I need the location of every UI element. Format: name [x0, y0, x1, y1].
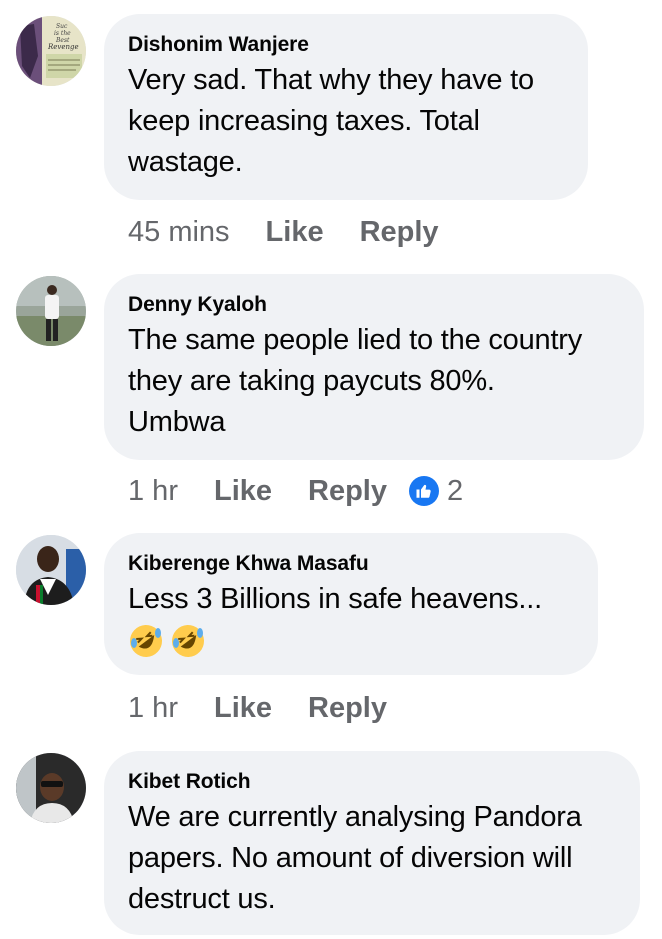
comment-author[interactable]: Kiberenge Khwa Masafu — [128, 551, 574, 577]
comment-text-line: they are taking paycuts 80%. — [128, 365, 495, 397]
avatar[interactable] — [16, 276, 86, 346]
avatar[interactable] — [16, 753, 86, 823]
avatar[interactable]: Suc is the Best Revenge — [16, 16, 86, 86]
reaction-count: 2 — [447, 474, 464, 507]
svg-text:Revenge: Revenge — [47, 43, 79, 51]
comment-emoji-line — [128, 620, 574, 661]
comment-timestamp[interactable]: 45 mins — [128, 216, 230, 249]
comment-text-line: wastage. — [128, 146, 243, 178]
comment-text-line: papers. No amount of diversion will — [128, 842, 573, 874]
reaction-summary[interactable]: 2 — [409, 475, 463, 508]
comment-bubble[interactable]: Kiberenge Khwa Masafu Less 3 Billions in… — [104, 533, 598, 675]
comment-text-line: destruct us. — [128, 883, 276, 915]
comment-text-line: The same people lied to the country — [128, 324, 583, 356]
comment-text: Less 3 Billions in safe heavens... — [128, 579, 574, 661]
comment-text-line: Very sad. That why they have to — [128, 64, 534, 96]
comment-text-line: We are currently analysing Pandora — [128, 801, 582, 833]
comment-text: The same people lied to the country they… — [128, 320, 620, 443]
comment-timestamp[interactable]: 1 hr — [128, 692, 178, 725]
avatar[interactable] — [16, 535, 86, 605]
like-button[interactable]: Like — [214, 475, 272, 508]
svg-text:is the: is the — [54, 30, 71, 37]
avatar-image — [16, 535, 86, 605]
comment-text: We are currently analysing Pandora paper… — [128, 797, 616, 920]
avatar-image: Suc is the Best Revenge — [16, 16, 86, 86]
comment-text-line: Less 3 Billions in safe heavens... — [128, 583, 542, 615]
avatar-image — [16, 276, 86, 346]
like-button[interactable]: Like — [266, 216, 324, 249]
avatar-image — [16, 753, 86, 823]
comment-text-line: keep increasing taxes. Total — [128, 105, 480, 137]
comment-bubble[interactable]: Kibet Rotich We are currently analysing … — [104, 751, 640, 935]
like-button[interactable]: Like — [214, 692, 272, 725]
rolling-on-floor-laughing-emoji — [130, 624, 162, 657]
comment-timestamp[interactable]: 1 hr — [128, 475, 178, 508]
svg-text:Suc: Suc — [56, 23, 68, 30]
comment-actions: 1 hr Like Reply 2 — [128, 473, 463, 509]
like-reaction-icon — [409, 476, 439, 506]
comment-author[interactable]: Kibet Rotich — [128, 769, 616, 795]
comment-text: Very sad. That why they have to keep inc… — [128, 60, 564, 183]
comment-author[interactable]: Denny Kyaloh — [128, 292, 620, 318]
comment-author[interactable]: Dishonim Wanjere — [128, 32, 564, 58]
reply-button[interactable]: Reply — [308, 692, 387, 725]
reply-button[interactable]: Reply — [360, 216, 439, 249]
comment-bubble[interactable]: Dishonim Wanjere Very sad. That why they… — [104, 14, 588, 200]
comment-actions: 1 hr Like Reply — [128, 690, 387, 726]
comment-bubble[interactable]: Denny Kyaloh The same people lied to the… — [104, 274, 644, 460]
rolling-on-floor-laughing-emoji — [172, 624, 204, 657]
reply-button[interactable]: Reply — [308, 475, 387, 508]
comment-text-line: Umbwa — [128, 406, 226, 438]
comment-actions: 45 mins Like Reply — [128, 214, 439, 250]
